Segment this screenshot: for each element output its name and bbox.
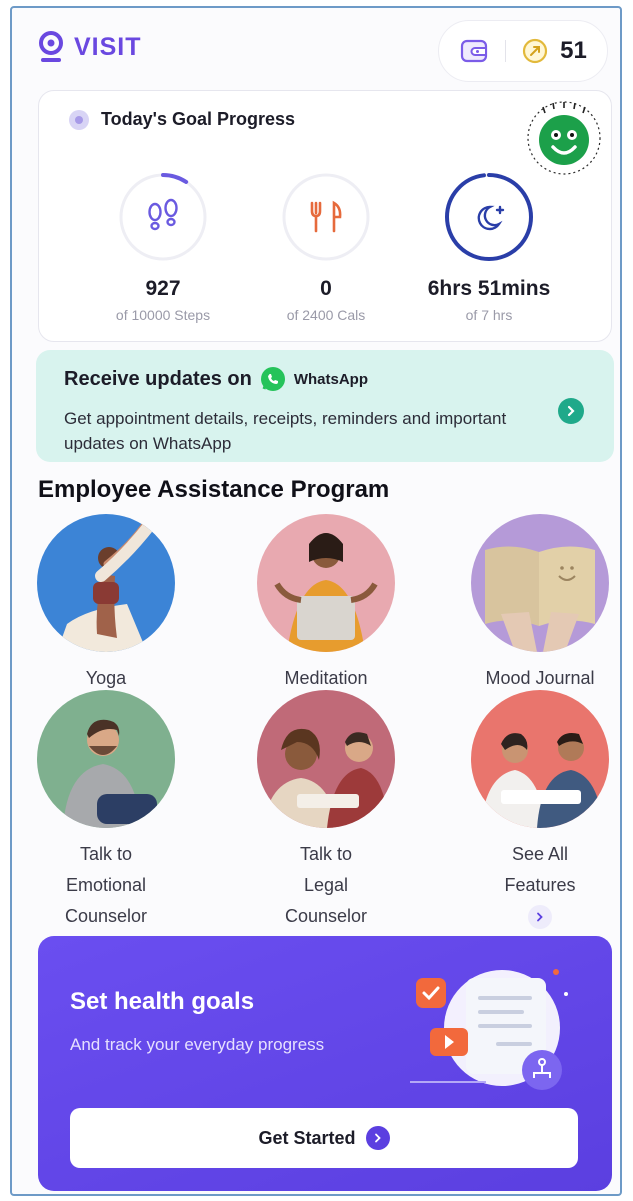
brand-name: VISIT (74, 32, 142, 61)
emotional-counselor-image (37, 690, 175, 828)
chevron-right-icon (537, 912, 543, 922)
meditation-image (257, 514, 395, 652)
calories-ring (282, 173, 370, 261)
emotional-counselor-line-2: Emotional (65, 875, 147, 895)
whatsapp-icon (260, 367, 285, 391)
sleep-ring (445, 173, 533, 261)
emotional-counselor-line-3: Counselor (64, 906, 148, 926)
steps-metric[interactable]: 927 of 10000 Steps (73, 171, 253, 323)
app-header: VISIT 51 (12, 8, 620, 88)
calories-value: 0 (320, 277, 332, 300)
coin-balance[interactable]: 51 (522, 37, 587, 65)
steps-target: of 10000 Steps (115, 307, 211, 323)
coin-count: 51 (560, 37, 587, 64)
emotional-counselor-line-1: Talk to (79, 844, 133, 864)
goal-progress-header: Today's Goal Progress (69, 109, 295, 130)
whatsapp-arrow-button[interactable] (558, 398, 584, 424)
see-all-line-2: Features (504, 875, 576, 895)
sleep-target: of 7 hrs (465, 307, 513, 323)
wellness-badge-icon (527, 101, 601, 175)
whatsapp-banner-title: Receive updates on WhatsApp (64, 366, 368, 392)
eap-section-title: Employee Assistance Program (38, 476, 390, 503)
whatsapp-updates-banner[interactable]: Receive updates on WhatsApp Get appointm… (36, 350, 614, 462)
calories-metric[interactable]: 0 of 2400 Cals (236, 171, 416, 323)
steps-ring (119, 173, 207, 261)
eap-tile-emotional-counselor[interactable]: Talk to Emotional Counselor (12, 690, 206, 932)
header-actions: 51 (438, 20, 608, 82)
legal-counselor-line-1: Talk to (299, 844, 353, 864)
legal-counselor-line-3: Counselor (284, 906, 368, 926)
legal-counselor-line-2: Legal (303, 875, 349, 895)
eap-tile-mood-journal[interactable]: Mood Journal (440, 514, 620, 694)
eap-tile-meditation[interactable]: Meditation (226, 514, 426, 694)
eap-tile-see-all-features[interactable]: See All Features (440, 690, 620, 929)
goal-indicator-icon (69, 109, 89, 130)
get-started-button[interactable]: Get Started (70, 1108, 578, 1168)
chevron-right-icon (567, 405, 575, 417)
goal-progress-card[interactable]: Today's Goal Progress 927 of 10000 Steps (38, 90, 612, 342)
emotional-counselor-label: Talk to Emotional Counselor (12, 839, 206, 932)
visit-logo[interactable]: VISIT (36, 30, 142, 64)
legal-counselor-image (257, 690, 395, 828)
yoga-image (37, 514, 175, 652)
goal-checklist-illustration (410, 969, 568, 1090)
goal-progress-title: Today's Goal Progress (101, 109, 296, 129)
sleep-value: 6hrs 51mins (427, 277, 551, 300)
health-goals-title: Set health goals (70, 988, 255, 1015)
see-all-line-1: See All (511, 844, 569, 864)
see-all-arrow-button[interactable] (528, 905, 552, 929)
calories-target: of 2400 Cals (286, 307, 366, 323)
health-goals-card[interactable]: Set health goals And track your everyday… (38, 936, 612, 1191)
legal-counselor-label: Talk to Legal Counselor (226, 839, 426, 932)
sleep-metric[interactable]: 6hrs 51mins of 7 hrs (399, 171, 579, 323)
whatsapp-brand: WhatsApp (293, 370, 369, 388)
arrow-right-icon (365, 1126, 390, 1150)
app-screen: VISIT 51 Today's Goal Progress 927 of 10… (10, 6, 622, 1196)
eap-tile-yoga[interactable]: Yoga (12, 514, 206, 694)
steps-value: 927 (145, 277, 181, 300)
coin-icon (523, 38, 548, 64)
whatsapp-title-text: Receive updates on (64, 367, 252, 390)
mood-journal-image (471, 514, 609, 652)
see-all-features-label: See All Features (440, 839, 620, 901)
health-goals-subtitle: And track your everyday progress (70, 1035, 325, 1054)
get-started-label: Get Started (258, 1127, 356, 1148)
see-all-features-image (471, 690, 609, 828)
header-divider (505, 40, 507, 62)
eap-tile-legal-counselor[interactable]: Talk to Legal Counselor (226, 690, 426, 932)
wallet-icon[interactable] (459, 36, 489, 66)
visit-logo-icon (39, 31, 63, 62)
whatsapp-description: Get appointment details, receipts, remin… (64, 409, 507, 453)
